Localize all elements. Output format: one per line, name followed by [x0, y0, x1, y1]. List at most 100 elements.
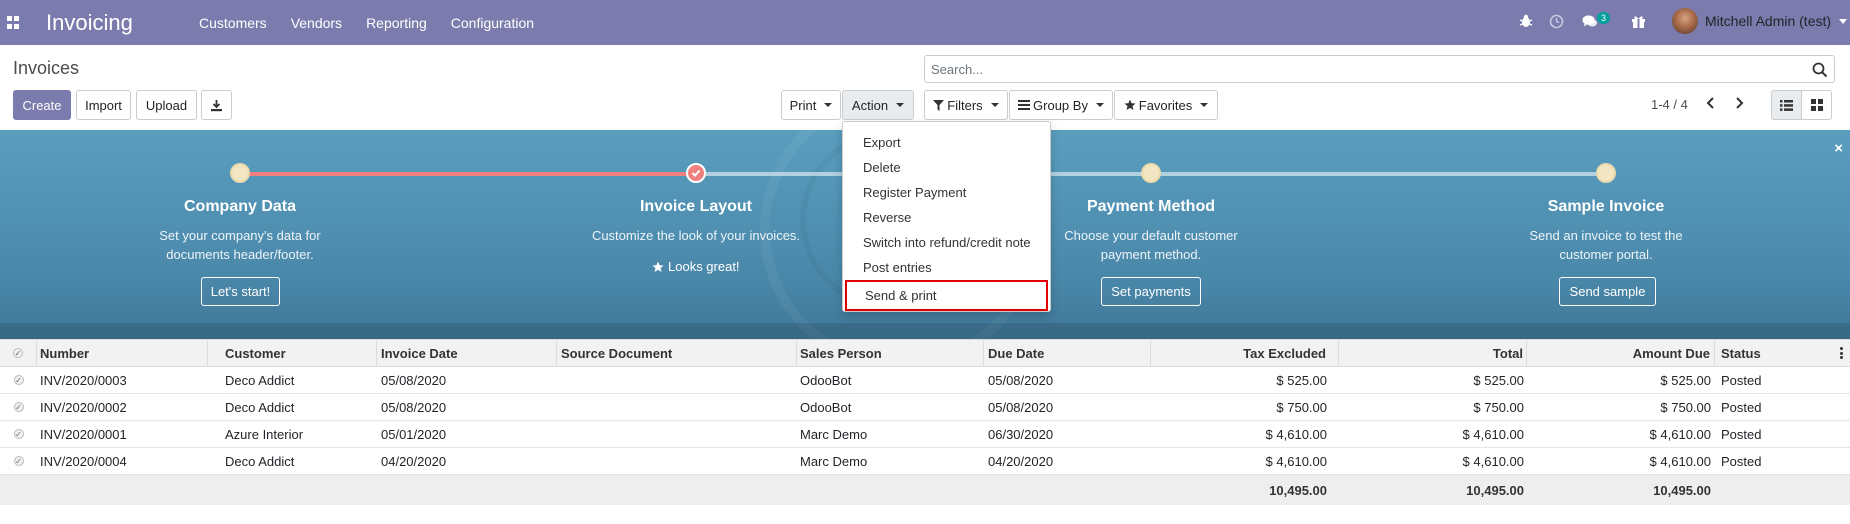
- step-dot-sample-invoice: [1596, 163, 1616, 183]
- column-header-customer[interactable]: Customer: [225, 340, 377, 366]
- cell-status: Posted: [1721, 399, 1762, 415]
- favorites-label: Favorites: [1138, 97, 1193, 113]
- menu-item-export[interactable]: Export: [843, 130, 1050, 155]
- step-desc-line: Send an invoice to test the: [1529, 228, 1683, 243]
- cell-due-date: 05/08/2020: [988, 399, 1054, 415]
- check-icon: ✓: [13, 429, 24, 439]
- kanban-view-button[interactable]: [1801, 90, 1832, 120]
- print-button[interactable]: Print: [781, 90, 841, 120]
- row-checkbox[interactable]: ✓: [0, 394, 37, 420]
- column-header-number[interactable]: Number: [40, 340, 208, 366]
- cell-source-document: [561, 367, 797, 393]
- search-icon[interactable]: [1812, 62, 1828, 78]
- check-icon: ✓: [13, 375, 24, 385]
- column-header-source-document[interactable]: Source Document: [561, 340, 797, 366]
- step-desc-line: customer portal.: [1559, 247, 1653, 262]
- user-menu[interactable]: Mitchell Admin (test): [1672, 8, 1848, 34]
- main-menu: Customers Vendors Reporting Configuratio…: [199, 15, 558, 31]
- check-icon: ✓: [13, 348, 23, 358]
- upload-button[interactable]: Upload: [136, 90, 197, 120]
- column-header-due-date[interactable]: Due Date: [988, 340, 1151, 366]
- menu-item-reverse[interactable]: Reverse: [843, 205, 1050, 230]
- filters-button[interactable]: Filters: [924, 90, 1008, 120]
- download-icon: [211, 99, 222, 111]
- cell-total: $ 4,610.00: [1462, 453, 1524, 469]
- cell-invoice-date: 05/08/2020: [381, 399, 447, 415]
- app-title[interactable]: Invoicing: [46, 10, 169, 36]
- column-header-status[interactable]: Status: [1721, 340, 1821, 366]
- check-icon: ✓: [13, 456, 24, 466]
- step-title: Invoice Layout: [639, 198, 753, 215]
- menu-item-switch-refund[interactable]: Switch into refund/credit note: [843, 230, 1050, 255]
- menu-customers[interactable]: Customers: [199, 15, 267, 31]
- column-header-sales-person[interactable]: Sales Person: [800, 340, 984, 366]
- table-footer-totals: 10,495.00 10,495.00 10,495.00: [0, 475, 1850, 505]
- column-header-tax-excluded[interactable]: Tax Excluded: [1151, 340, 1339, 366]
- step-title: Company Data: [183, 198, 297, 215]
- debug-bug-icon[interactable]: [1518, 13, 1534, 29]
- menu-item-post-entries[interactable]: Post entries: [843, 255, 1050, 280]
- menu-reporting[interactable]: Reporting: [366, 15, 427, 31]
- menu-item-register-payment[interactable]: Register Payment: [843, 180, 1050, 205]
- column-header-amount-due[interactable]: Amount Due: [1527, 340, 1715, 366]
- cell-tax-excluded: $ 4,610.00: [1265, 426, 1327, 442]
- chevron-down-icon: [990, 103, 999, 107]
- menu-item-send-print[interactable]: Send & print: [845, 280, 1048, 311]
- cell-sales-person: Marc Demo: [800, 426, 868, 442]
- cell-invoice-date: 04/20/2020: [381, 453, 447, 469]
- lets-start-button[interactable]: Let's start!: [201, 277, 280, 306]
- step-sample-invoice: Sample Invoice Send an invoice to test t…: [1456, 198, 1756, 264]
- step-desc-line: Set your company's data for: [159, 228, 321, 243]
- import-button[interactable]: Import: [76, 90, 131, 120]
- cell-total: $ 4,610.00: [1462, 426, 1524, 442]
- activity-clock-icon[interactable]: [1548, 13, 1564, 29]
- send-sample-button[interactable]: Send sample: [1559, 277, 1656, 306]
- step-company-data: Company Data Set your company's data for…: [90, 198, 390, 264]
- menu-item-delete[interactable]: Delete: [843, 155, 1050, 180]
- action-button[interactable]: Action: [842, 90, 914, 120]
- menu-vendors[interactable]: Vendors: [291, 15, 342, 31]
- pager-previous-button[interactable]: [1703, 95, 1719, 111]
- table-row[interactable]: ✓ INV/2020/0002 Deco Addict 05/08/2020 OdooB…: [0, 394, 1850, 421]
- list-view-button[interactable]: [1771, 90, 1802, 120]
- menu-configuration[interactable]: Configuration: [451, 15, 534, 31]
- create-button[interactable]: Create: [13, 90, 71, 120]
- set-payments-button[interactable]: Set payments: [1101, 277, 1201, 306]
- total-total: 10,495.00: [1466, 482, 1524, 498]
- chevron-down-icon: [824, 103, 833, 107]
- action-dropdown-menu: Export Delete Register Payment Reverse S…: [842, 121, 1051, 312]
- apps-menu-icon[interactable]: [7, 16, 20, 29]
- chevron-down-icon: [1839, 18, 1848, 24]
- cell-source-document: [561, 394, 797, 420]
- download-button[interactable]: [201, 90, 232, 120]
- optional-columns-toggle[interactable]: [1840, 340, 1846, 366]
- grid-icon: [1810, 99, 1823, 111]
- row-checkbox[interactable]: ✓: [0, 421, 37, 447]
- cell-amount-due: $ 750.00: [1660, 399, 1711, 415]
- check-icon: ✓: [13, 402, 24, 412]
- user-name: Mitchell Admin (test): [1705, 13, 1832, 29]
- close-banner-icon[interactable]: ×: [1834, 140, 1843, 157]
- cell-status: Posted: [1721, 426, 1762, 442]
- group-by-button[interactable]: Group By: [1009, 90, 1113, 120]
- progress-line-done: [240, 172, 696, 176]
- cell-sales-person: Marc Demo: [800, 453, 868, 469]
- table-row[interactable]: ✓ INV/2020/0003 Deco Addict 05/08/2020 OdooB…: [0, 367, 1850, 394]
- pager-value[interactable]: 1-4 / 4: [1651, 97, 1688, 112]
- messages-chat-icon[interactable]: [1582, 13, 1598, 29]
- step-dot-invoice-layout: [686, 163, 706, 183]
- table-row[interactable]: ✓ INV/2020/0004 Deco Addict 04/20/2020 Marc …: [0, 448, 1850, 475]
- cell-number: INV/2020/0003: [40, 372, 127, 388]
- pager-next-button[interactable]: [1731, 95, 1747, 111]
- favorites-button[interactable]: Favorites: [1114, 90, 1218, 120]
- select-all-checkbox[interactable]: ✓: [0, 340, 37, 366]
- row-checkbox[interactable]: ✓: [0, 448, 37, 474]
- table-row[interactable]: ✓ INV/2020/0001 Azure Interior 05/01/2020 Ma…: [0, 421, 1850, 448]
- column-header-invoice-date[interactable]: Invoice Date: [381, 340, 557, 366]
- search-input[interactable]: [924, 55, 1835, 83]
- column-header-total[interactable]: Total: [1339, 340, 1527, 366]
- row-checkbox[interactable]: ✓: [0, 367, 37, 393]
- action-button-label: Action: [851, 97, 889, 113]
- gift-icon[interactable]: [1630, 13, 1646, 29]
- column-divider: [207, 340, 208, 366]
